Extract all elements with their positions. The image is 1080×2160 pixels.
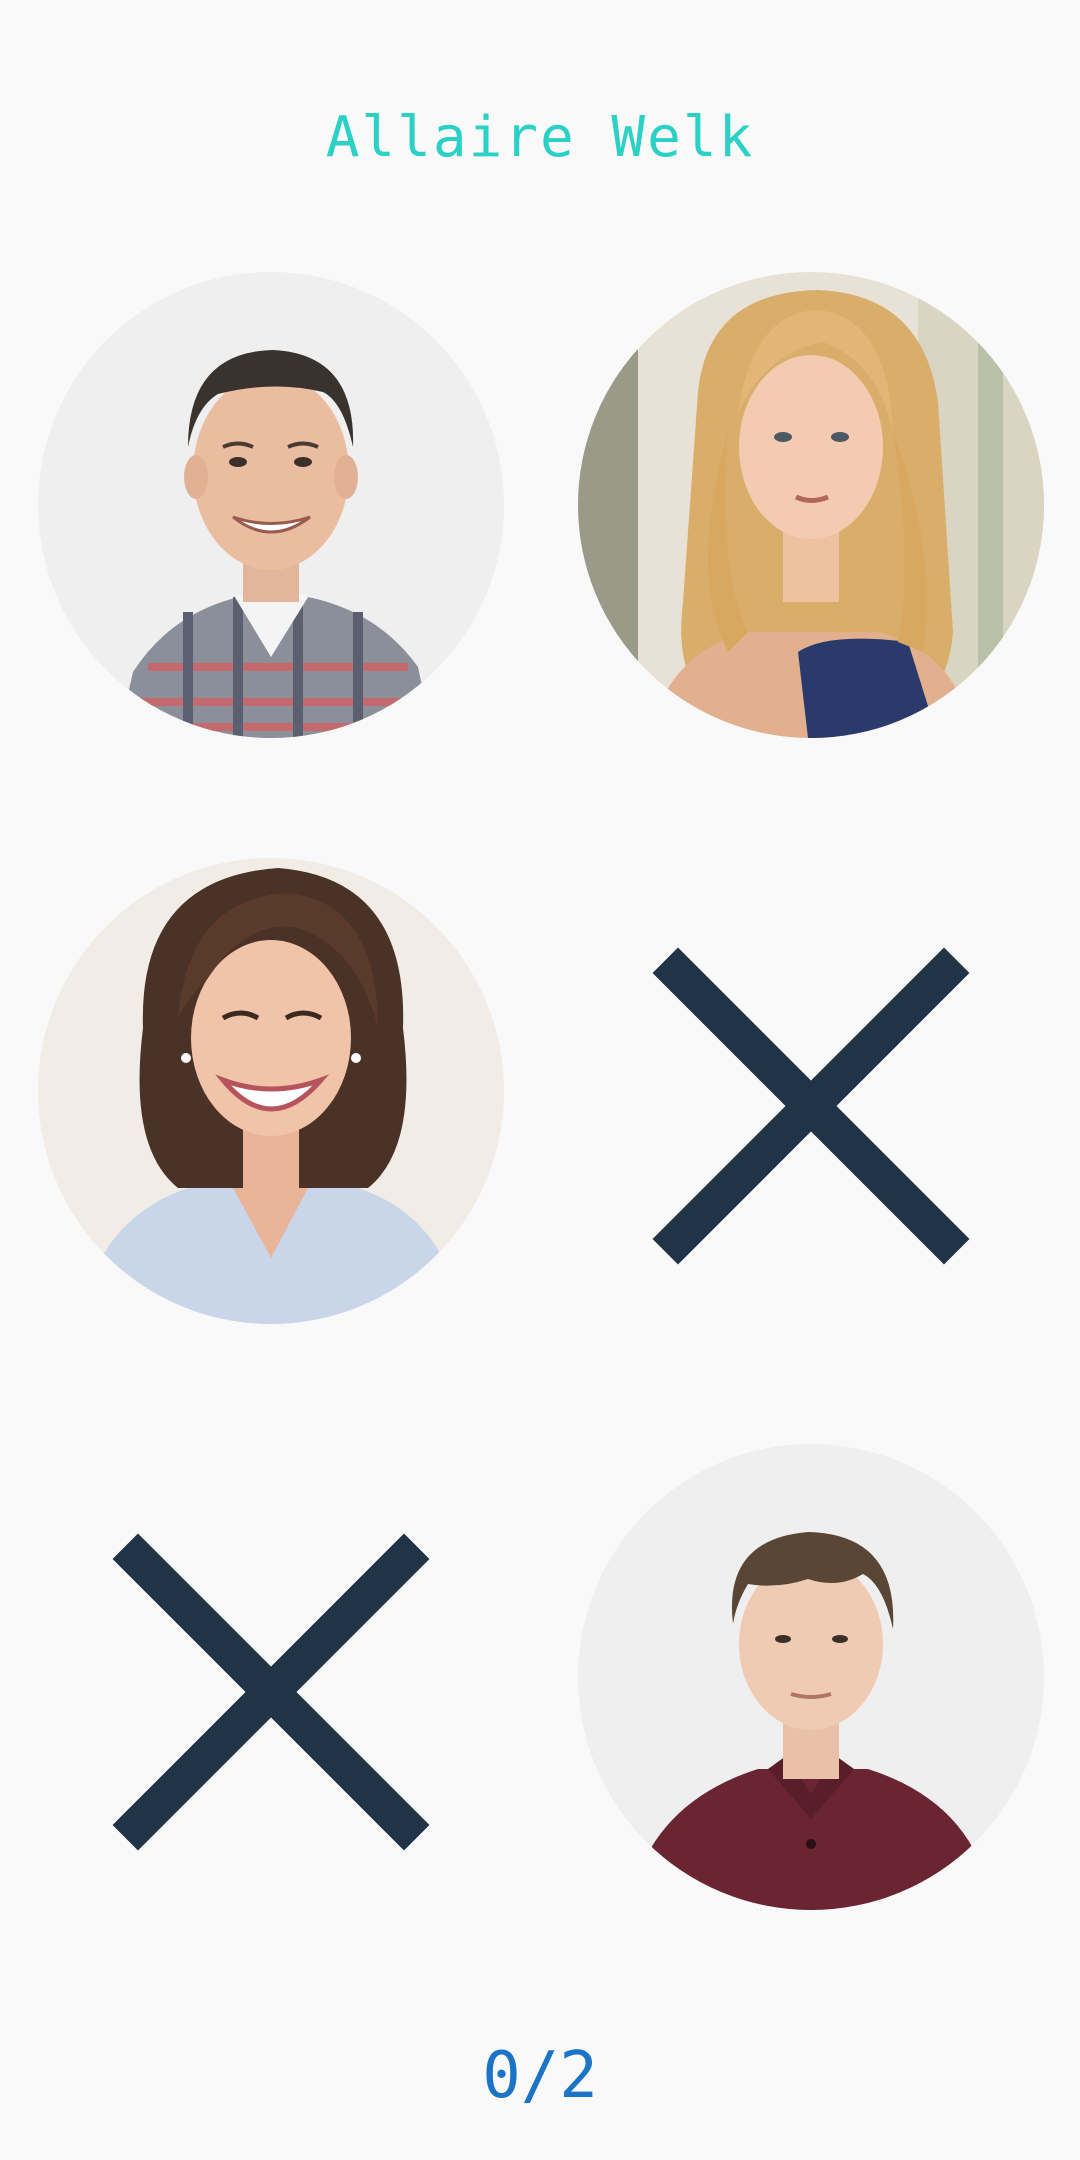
x-icon (112, 1533, 430, 1851)
man-portrait-plaid-shirt-icon (38, 272, 504, 738)
photo-option-2[interactable] (578, 272, 1044, 738)
photo-option-3[interactable] (38, 858, 504, 1324)
score-counter: 0/2 (482, 2039, 598, 2113)
wrong-mark-1 (578, 858, 1044, 1324)
woman-portrait-blonde-icon (578, 272, 1044, 738)
face-choice-grid (38, 272, 1044, 1912)
photo-option-1[interactable] (38, 272, 504, 738)
photo-option-4[interactable] (578, 1444, 1044, 1910)
woman-portrait-brunette-icon (38, 858, 504, 1324)
wrong-mark-2 (38, 1444, 504, 1910)
x-icon (652, 947, 970, 1265)
man-portrait-maroon-polo-icon (578, 1444, 1044, 1910)
person-name-title: Allaire Welk (325, 105, 755, 170)
